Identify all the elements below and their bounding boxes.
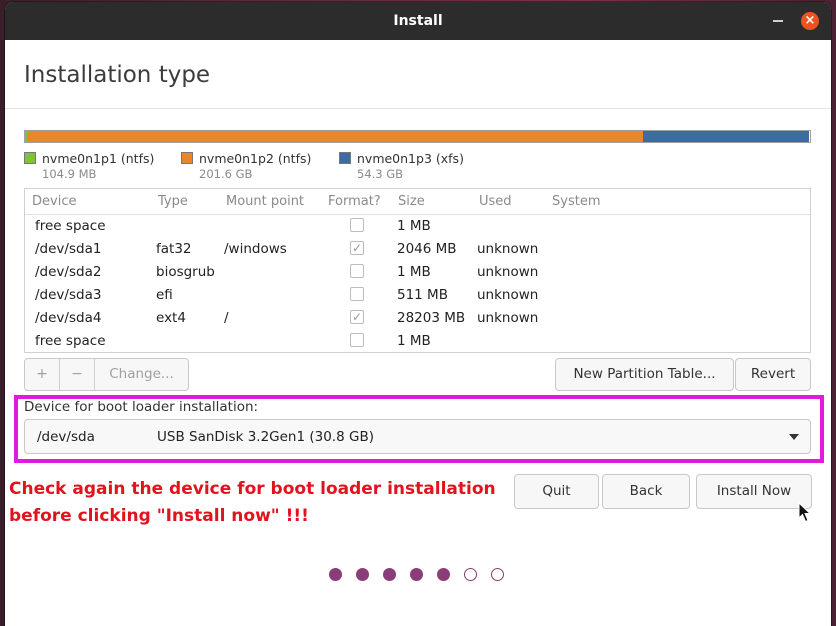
cell-device: /dev/sda4 <box>35 310 102 326</box>
cell-size: 1 MB <box>397 218 431 234</box>
cell-used: unknown <box>477 264 539 280</box>
boot-loader-device: /dev/sda <box>37 429 95 445</box>
partition-edit-buttons: + − Change... <box>24 358 189 391</box>
cell-mount-point: /windows <box>224 241 287 257</box>
warning-line-2: before clicking "Install now" !!! <box>9 506 309 526</box>
remove-partition-button[interactable]: − <box>60 359 94 390</box>
close-icon[interactable]: × <box>801 12 819 30</box>
format-checkbox[interactable] <box>350 264 364 278</box>
cell-device: /dev/sda3 <box>35 287 102 303</box>
partition-segment <box>643 131 810 142</box>
format-checkbox[interactable] <box>350 218 364 232</box>
header-size[interactable]: Size <box>398 194 425 209</box>
legend-swatch <box>181 152 193 164</box>
header-type[interactable]: Type <box>158 194 188 209</box>
cell-size: 2046 MB <box>397 241 457 257</box>
boot-loader-device-select[interactable]: /dev/sda USB SanDisk 3.2Gen1 (30.8 GB) <box>24 419 811 454</box>
warning-line-1: Check again the device for boot loader i… <box>9 479 496 499</box>
partition-segment <box>27 131 644 142</box>
legend-item-nvme0n1p2: nvme0n1p2 (ntfs) 201.6 GB <box>181 151 311 181</box>
change-partition-button[interactable]: Change... <box>95 359 188 390</box>
progress-dot-filled <box>356 568 369 581</box>
header-device[interactable]: Device <box>32 194 76 209</box>
back-button[interactable]: Back <box>602 474 690 509</box>
cell-type: biosgrub <box>156 264 215 280</box>
warning-annotation: Check again the device for boot loader i… <box>9 476 496 530</box>
format-checkbox[interactable] <box>350 287 364 301</box>
legend-size: 201.6 GB <box>199 167 253 181</box>
header-mount-point[interactable]: Mount point <box>226 194 304 209</box>
quit-button[interactable]: Quit <box>514 474 599 509</box>
progress-dot-empty <box>464 568 477 581</box>
legend-swatch <box>339 152 351 164</box>
partition-table: Device Type Mount point Format? Size Use… <box>24 188 811 353</box>
legend-swatch <box>24 152 36 164</box>
title-bar[interactable]: Install × <box>5 2 831 40</box>
revert-button[interactable]: Revert <box>735 358 811 391</box>
dropdown-arrow-icon <box>789 434 799 440</box>
cell-type: ext4 <box>156 310 186 326</box>
boot-loader-device-description: USB SanDisk 3.2Gen1 (30.8 GB) <box>157 429 374 445</box>
legend-size: 54.3 GB <box>357 167 404 181</box>
progress-dot-filled <box>437 568 450 581</box>
progress-dot-filled <box>383 568 396 581</box>
legend-item-nvme0n1p1: nvme0n1p1 (ntfs) 104.9 MB <box>24 151 154 181</box>
legend-size: 104.9 MB <box>42 167 97 181</box>
page-title: Installation type <box>24 62 211 88</box>
header-system[interactable]: System <box>552 194 600 209</box>
format-checkbox[interactable]: ✓ <box>350 310 364 324</box>
install-now-button[interactable]: Install Now <box>696 474 812 509</box>
cell-size: 1 MB <box>397 333 431 349</box>
window-title: Install <box>393 13 443 29</box>
table-header: Device Type Mount point Format? Size Use… <box>25 189 810 215</box>
cell-used: unknown <box>477 287 539 303</box>
cell-type: efi <box>156 287 173 303</box>
installer-window: Install × Installation type nvme0n1p1 (n… <box>5 2 831 626</box>
legend-label: nvme0n1p2 (ntfs) <box>199 151 312 166</box>
new-partition-table-button[interactable]: New Partition Table... <box>555 358 734 391</box>
mouse-cursor-icon <box>798 502 812 523</box>
cell-mount-point: / <box>224 310 229 326</box>
legend-label: nvme0n1p3 (xfs) <box>357 151 464 166</box>
cell-device: free space <box>35 218 106 234</box>
format-checkbox[interactable]: ✓ <box>350 241 364 255</box>
cell-used: unknown <box>477 310 539 326</box>
progress-dot-filled <box>410 568 423 581</box>
cell-device: /dev/sda2 <box>35 264 102 280</box>
boot-loader-label: Device for boot loader installation: <box>24 399 259 415</box>
table-row[interactable]: /dev/sda2 biosgrub 1 MB unknown <box>25 261 810 284</box>
cell-size: 1 MB <box>397 264 431 280</box>
progress-dot-filled <box>329 568 342 581</box>
cell-size: 28203 MB <box>397 310 466 326</box>
cell-device: free space <box>35 333 106 349</box>
cell-size: 511 MB <box>397 287 448 303</box>
partition-bar <box>24 130 811 143</box>
cell-device: /dev/sda1 <box>35 241 102 257</box>
format-checkbox[interactable] <box>350 333 364 347</box>
table-row[interactable]: /dev/sda3 efi 511 MB unknown <box>25 284 810 307</box>
table-row[interactable]: free space 1 MB <box>25 215 810 238</box>
title-divider <box>5 108 831 109</box>
add-partition-button[interactable]: + <box>25 359 59 390</box>
table-row[interactable]: /dev/sda1 fat32/windows 2046 MB unknown ✓ <box>25 238 810 261</box>
cell-used: unknown <box>477 241 539 257</box>
cell-type: fat32 <box>156 241 192 257</box>
header-format[interactable]: Format? <box>328 194 381 209</box>
legend-item-nvme0n1p3: nvme0n1p3 (xfs) 54.3 GB <box>339 151 464 181</box>
minimize-icon[interactable] <box>773 20 783 22</box>
legend-label: nvme0n1p1 (ntfs) <box>42 151 155 166</box>
table-row[interactable]: free space 1 MB <box>25 330 810 353</box>
header-used[interactable]: Used <box>479 194 512 209</box>
main-content: Installation type nvme0n1p1 (ntfs) 104.9… <box>5 40 831 626</box>
table-row[interactable]: /dev/sda4 ext4 / 28203 MB unknown ✓ <box>25 307 810 330</box>
progress-dot-empty <box>491 568 504 581</box>
